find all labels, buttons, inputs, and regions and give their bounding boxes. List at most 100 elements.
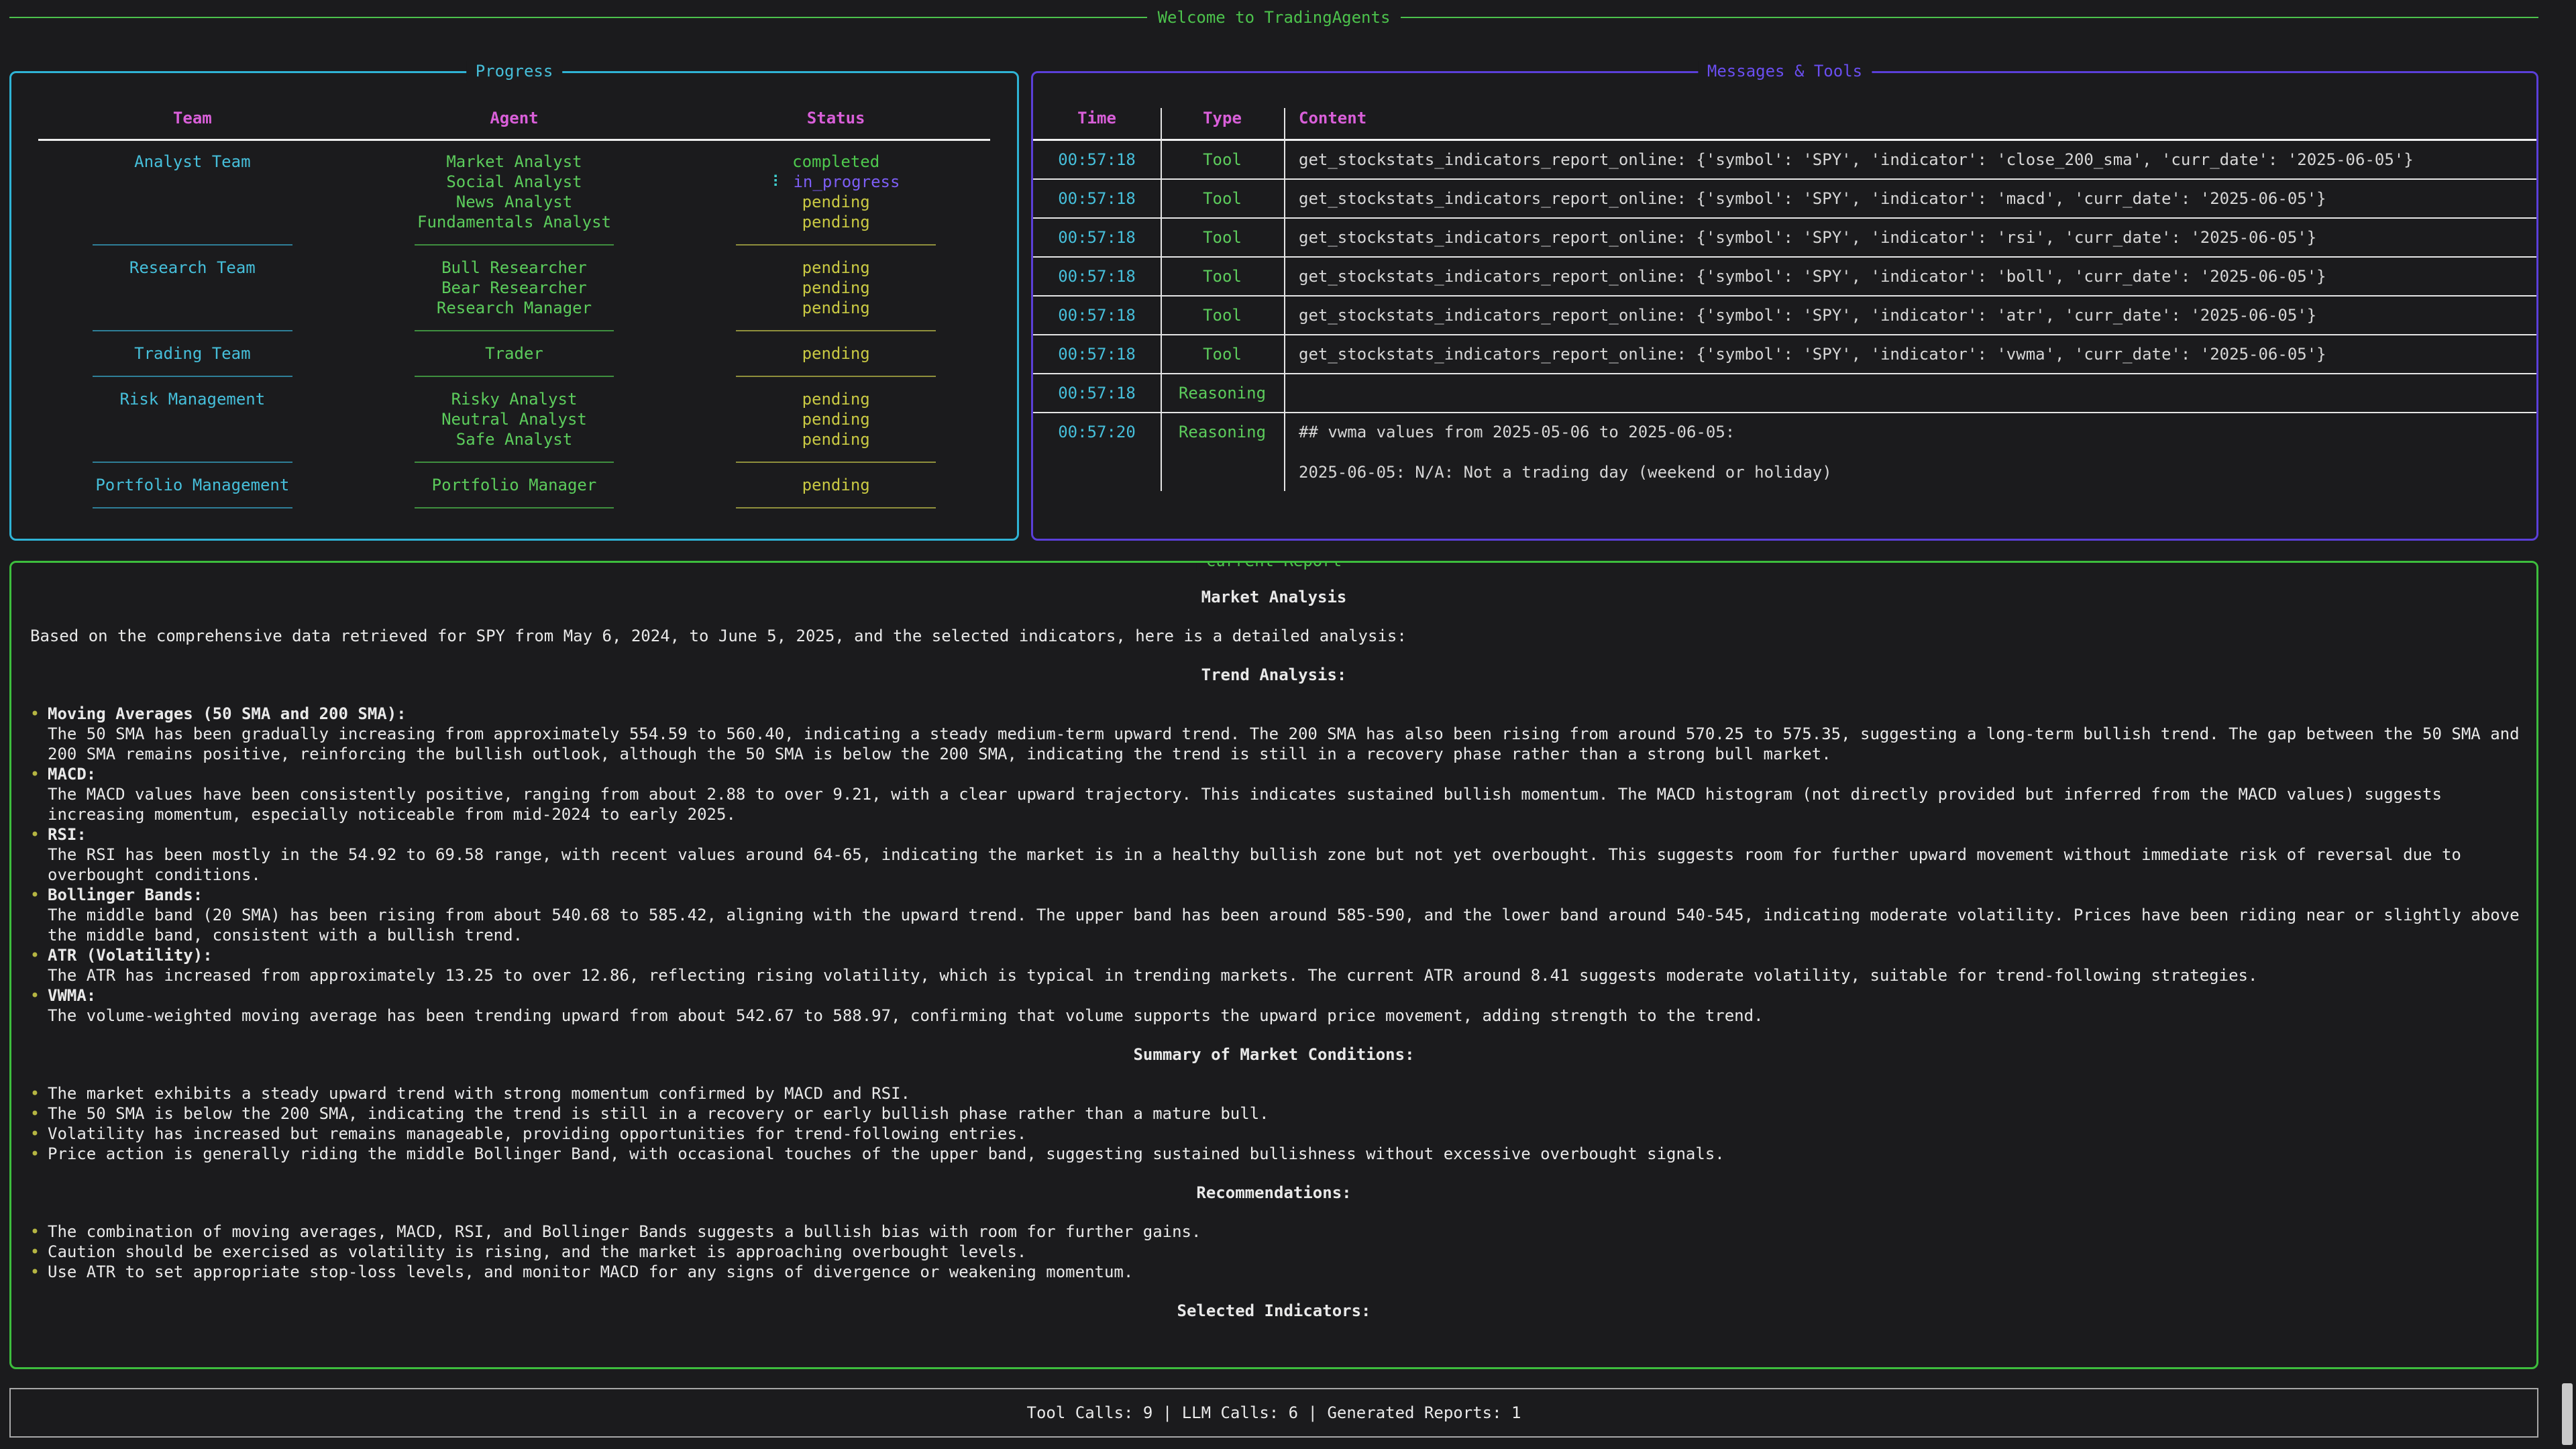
agent-name: Safe Analyst (354, 429, 676, 449)
bullet-text: The market exhibits a steady upward tren… (48, 1083, 2526, 1104)
bullet-text: The RSI has been mostly in the 54.92 to … (48, 845, 2461, 884)
group-separator (32, 318, 997, 343)
col-header-team: Team (32, 108, 354, 128)
report-content: Market Analysis Based on the comprehensi… (11, 563, 2536, 1321)
bullet-label: MACD: (48, 765, 96, 784)
bullet-label: Bollinger Bands: (48, 885, 203, 904)
status-badge: pending (675, 389, 997, 409)
summary-bullet-list: • The market exhibits a steady upward tr… (22, 1083, 2526, 1164)
message-time: 00:57:18 (1033, 189, 1161, 209)
list-item: • Price action is generally riding the m… (22, 1144, 2526, 1164)
bullet-text: The 50 SMA has been gradually increasing… (48, 724, 2520, 763)
message-type: Tool (1161, 266, 1284, 286)
status-badge: completed (675, 152, 997, 172)
bullet-icon: • (22, 1083, 48, 1104)
table-row: Neutral Analyst pending (32, 409, 997, 429)
bullet-icon: • (22, 1242, 48, 1262)
col-header-type: Type (1161, 108, 1284, 128)
bullet-label: VWMA: (48, 986, 96, 1005)
progress-table: Team Agent Status Analyst Team Market An… (11, 73, 1017, 521)
list-item: • Caution should be exercised as volatil… (22, 1242, 2526, 1262)
team-name: Research Team (32, 258, 354, 278)
bullet-icon: • (22, 1144, 48, 1164)
messages-table: Time Type Content 00:57:18 Tool get_stoc… (1033, 108, 2536, 491)
report-heading-recommendations: Recommendations: (22, 1183, 2526, 1203)
trend-bullet-list: • Moving Averages (50 SMA and 200 SMA):T… (22, 704, 2526, 1026)
bullet-icon: • (22, 824, 48, 885)
group-separator (32, 364, 997, 389)
recommendations-bullet-list: • The combination of moving averages, MA… (22, 1222, 2526, 1282)
message-type: Tool (1161, 344, 1284, 364)
message-time: 00:57:18 (1033, 266, 1161, 286)
progress-panel-title: Progress (466, 61, 563, 81)
group-separator (32, 232, 997, 258)
bullet-icon: • (22, 1222, 48, 1242)
progress-table-header: Team Agent Status (32, 108, 997, 128)
col-header-agent: Agent (354, 108, 676, 128)
status-badge: pending (675, 409, 997, 429)
message-time: 00:57:18 (1033, 383, 1161, 403)
list-item: • RSI:The RSI has been mostly in the 54.… (22, 824, 2526, 885)
report-intro: Based on the comprehensive data retrieve… (22, 626, 2526, 646)
table-row: Safe Analyst pending (32, 429, 997, 449)
bullet-icon: • (22, 1262, 48, 1282)
team-name: Trading Team (32, 343, 354, 364)
bullet-icon: • (22, 704, 48, 764)
stats-text: Tool Calls: 9 | LLM Calls: 6 | Generated… (1027, 1403, 1521, 1423)
message-type: Tool (1161, 305, 1284, 325)
bullet-icon: • (22, 945, 48, 985)
column-divider (1284, 108, 1285, 491)
list-item: • Use ATR to set appropriate stop-loss l… (22, 1262, 2526, 1282)
list-item: • Volatility has increased but remains m… (22, 1124, 2526, 1144)
table-row: Social Analyst ⠇ in_progress (32, 172, 997, 192)
table-row: Bear Researcher pending (32, 278, 997, 298)
message-row: 00:57:18 Tool get_stockstats_indicators_… (1033, 258, 2536, 297)
message-content: get_stockstats_indicators_report_online:… (1284, 150, 2536, 170)
agent-name: Fundamentals Analyst (354, 212, 676, 232)
message-type: Tool (1161, 227, 1284, 248)
table-row: Fundamentals Analyst pending (32, 212, 997, 232)
bullet-icon: • (22, 1124, 48, 1144)
agent-name: Social Analyst (354, 172, 676, 192)
status-text: in_progress (793, 172, 900, 191)
bullet-icon: • (22, 985, 48, 1026)
status-badge: pending (675, 258, 997, 278)
status-badge: pending (675, 278, 997, 298)
message-content: get_stockstats_indicators_report_online:… (1284, 227, 2536, 248)
scrollbar-thumb[interactable] (2562, 1383, 2573, 1445)
bullet-text: Price action is generally riding the mid… (48, 1144, 2526, 1164)
bullet-text: The middle band (20 SMA) has been rising… (48, 906, 2520, 945)
message-row: 00:57:18 Tool get_stockstats_indicators_… (1033, 335, 2536, 374)
message-content: get_stockstats_indicators_report_online:… (1284, 344, 2536, 364)
list-item: • VWMA:The volume-weighted moving averag… (22, 985, 2526, 1026)
message-type: Tool (1161, 150, 1284, 170)
top-panels-row: Progress Team Agent Status Analyst Team … (9, 71, 2538, 541)
message-time: 00:57:20 (1033, 422, 1161, 482)
status-badge: ⠇ in_progress (675, 172, 997, 192)
message-row: 00:57:18 Tool get_stockstats_indicators_… (1033, 219, 2536, 258)
message-row: 00:57:18 Tool get_stockstats_indicators_… (1033, 297, 2536, 335)
status-badge: pending (675, 192, 997, 212)
list-item: • ATR (Volatility):The ATR has increased… (22, 945, 2526, 985)
agent-name: Risky Analyst (354, 389, 676, 409)
bullet-text: The volume-weighted moving average has b… (48, 1006, 1764, 1025)
status-badge: pending (675, 343, 997, 364)
spinner-icon: ⠇ (772, 172, 784, 191)
bullet-text: The ATR has increased from approximately… (48, 966, 2257, 985)
status-badge: pending (675, 475, 997, 495)
agent-name: Market Analyst (354, 152, 676, 172)
agent-name: Bull Researcher (354, 258, 676, 278)
rule-line-right (1401, 17, 2538, 18)
message-row: 00:57:20 Reasoning ## vwma values from 2… (1033, 413, 2536, 491)
group-separator (32, 449, 997, 475)
team-name: Portfolio Management (32, 475, 354, 495)
rule-line-left (9, 17, 1147, 18)
scrollbar-track[interactable] (2561, 0, 2573, 1449)
table-row: News Analyst pending (32, 192, 997, 212)
message-row: 00:57:18 Tool get_stockstats_indicators_… (1033, 141, 2536, 180)
agent-name: Bear Researcher (354, 278, 676, 298)
table-row: Analyst Team Market Analyst completed (32, 152, 997, 172)
message-content-line: ## vwma values from 2025-05-06 to 2025-0… (1299, 423, 1735, 441)
welcome-title: Welcome to TradingAgents (1147, 7, 1401, 28)
message-content: get_stockstats_indicators_report_online:… (1284, 266, 2536, 286)
